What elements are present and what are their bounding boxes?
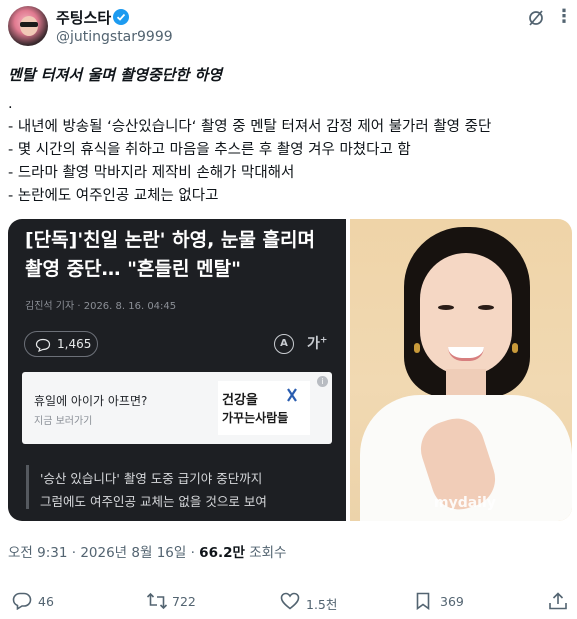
tweet-title: 멘탈 터져서 울며 촬영중단한 하영: [8, 66, 223, 84]
avatar-sunglasses: [20, 22, 38, 27]
comment-bubble-icon: [35, 338, 51, 352]
author-handle[interactable]: @jutingstar9999: [56, 29, 173, 45]
tweet-line: - 몇 시간의 휴식을 취하고 마음을 추스른 후 촬영 겨우 마쳤다고 함: [8, 142, 411, 158]
like-count: 1.5천: [306, 597, 338, 612]
tweet-media[interactable]: [단독]'친일 논란' 하영, 눈물 흘리며 촬영 중단… "흔들린 멘탈" 김…: [8, 219, 572, 521]
tweet-line: - 논란에도 여주인공 교체는 없다고: [8, 188, 219, 204]
verified-badge-icon: [113, 9, 129, 25]
ad-banner: 휴일에 아이가 아프면? 지금 보러가기 건강을 가꾸는사람들 i: [22, 372, 332, 444]
tweet-line: .: [8, 96, 13, 112]
ad-logo-line2: 가꾸는사람들: [222, 411, 289, 425]
share-icon: [549, 592, 567, 610]
quote-line: '승산 있습니다' 촬영 도중 급기야 중단까지: [40, 471, 263, 486]
photo-watermark: mydaily: [434, 495, 496, 511]
author-avatar[interactable]: [8, 6, 48, 46]
quote-bar: [26, 465, 29, 509]
font-size-icon: 가+: [307, 335, 328, 352]
text-to-speech-icon: A: [274, 334, 294, 354]
bookmark-icon: [416, 592, 430, 610]
tweet-timestamp[interactable]: 오전 9:31 · 2026년 8월 16일 ·: [8, 545, 199, 561]
more-icon[interactable]: ⋮: [555, 6, 574, 27]
tweet-line: - 드라마 촬영 막바지라 제작비 손해가 막대해서: [8, 165, 295, 181]
author-display-name[interactable]: 주팅스타: [56, 7, 111, 28]
tweet-text: 멘탈 터져서 울며 촬영중단한 하영 . - 내년에 방송될 ‘승산있습니다‘ …: [8, 64, 568, 208]
ad-info-icon: i: [317, 376, 328, 387]
ad-subtitle: 지금 보러가기: [34, 416, 93, 427]
comment-count: 1,465: [57, 337, 92, 351]
headline-line: [단독]'친일 논란' 하영, 눈물 흘리며: [25, 229, 315, 251]
ad-logo: 건강을 가꾸는사람들: [218, 381, 310, 435]
actress-photo[interactable]: mydaily: [350, 219, 572, 521]
ad-logo-line1: 건강을: [222, 393, 258, 408]
ad-title: 휴일에 아이가 아프면?: [34, 394, 148, 408]
tweet-line: - 내년에 방송될 ‘승산있습니다‘ 촬영 중 멘탈 터져서 감정 제어 불가러…: [8, 119, 492, 135]
hide-icon[interactable]: [527, 9, 545, 27]
reply-icon: [12, 592, 32, 610]
comment-count-chip: 1,465: [24, 331, 98, 357]
heart-icon: [280, 592, 300, 610]
headline-line: 촬영 중단… "흔들린 멘탈": [25, 258, 241, 280]
tweet-meta: 오전 9:31 · 2026년 8월 16일 · 66.2만 조회수: [8, 541, 286, 561]
ad-logo-mark-icon: [287, 388, 297, 402]
article-screenshot[interactable]: [단독]'친일 논란' 하영, 눈물 흘리며 촬영 중단… "흔들린 멘탈" 김…: [8, 219, 346, 521]
reply-count: 46: [38, 594, 54, 609]
retweet-icon: [146, 592, 168, 610]
photo-eye: [438, 305, 454, 310]
quote-line: 그럼에도 여주인공 교체는 없을 것으로 보여: [40, 494, 267, 509]
article-headline: [단독]'친일 논란' 하영, 눈물 흘리며 촬영 중단… "흔들린 멘탈": [25, 226, 335, 284]
photo-earring: [512, 343, 518, 353]
font-size-label: 가: [307, 336, 320, 352]
view-count-label: 조회수: [244, 545, 287, 561]
article-quote: '승산 있습니다' 촬영 도중 급기야 중단까지 그럼에도 여주인공 교체는 없…: [40, 467, 267, 513]
retweet-count: 722: [172, 594, 196, 609]
view-count: 66.2만: [199, 545, 245, 561]
photo-eye: [478, 305, 494, 310]
article-byline: 김진석 기자 · 2026. 8. 16. 04:45: [25, 301, 177, 312]
bookmark-count: 369: [440, 594, 464, 609]
photo-earring: [414, 343, 420, 353]
